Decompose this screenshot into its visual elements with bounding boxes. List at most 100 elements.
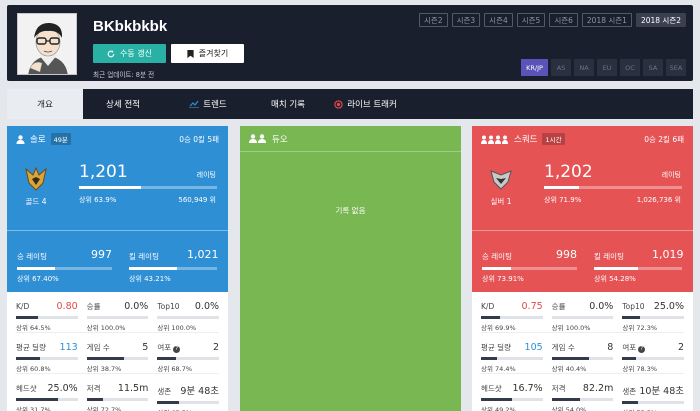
stat-label: 여포? xyxy=(622,342,646,353)
squad-stats-grid: K/D 0.75 상위 69.9% 승률 0.0% 상위 100.0% Top10 25.0%… xyxy=(472,292,693,411)
stat-cell: 여포? 2 상위 78.3% xyxy=(622,333,685,373)
duo-card: 듀오 기록 없음 xyxy=(240,126,461,411)
stat-label: 평균 딜량 xyxy=(481,342,511,353)
squad-header: 스쿼드 1시간 0승 2킬 6패 xyxy=(472,126,693,152)
stat-bar-fill xyxy=(16,316,39,319)
stat-value: 105 xyxy=(524,342,543,353)
season-tab-2[interactable]: 시즌4 xyxy=(484,13,513,27)
region-tab-na[interactable]: NA xyxy=(574,59,594,76)
stat-bar xyxy=(16,316,78,319)
tab-2[interactable]: 트렌드 xyxy=(163,89,253,119)
stat-label-text: 게임 수 xyxy=(551,343,575,352)
rating-progress-fill xyxy=(79,186,142,189)
season-tab-1[interactable]: 시즌3 xyxy=(451,13,481,27)
favorite-button[interactable]: 즐겨찾기 xyxy=(171,44,244,63)
tab-0[interactable]: 개요 xyxy=(7,89,83,119)
stats-row: 평균 딜량 113 상위 60.8% 게임 수 5 상위 38.7% 여포? 2 상위 68.7… xyxy=(16,333,220,374)
stat-label-text: 저격 xyxy=(551,384,566,393)
stat-bar xyxy=(157,316,220,319)
stat-bar xyxy=(551,398,614,401)
squad-card: 스쿼드 1시간 0승 2킬 6패 실버 1 1,202 레이팅 상위 71.9% 1,026,… xyxy=(472,126,693,411)
stat-label: 게임 수 xyxy=(552,342,575,353)
tab-label: 개요 xyxy=(37,100,53,110)
stat-bar-fill xyxy=(551,357,589,360)
win-rating-fill xyxy=(482,267,511,270)
season-tab-4[interactable]: 시즌6 xyxy=(549,13,578,27)
region-tab-oc[interactable]: OC xyxy=(620,59,640,76)
win-rating-fill xyxy=(17,267,55,270)
stat-bar xyxy=(622,316,685,319)
stats-row: K/D 0.80 상위 64.5% 승률 0.0% 상위 100.0% Top10 0.0% 상… xyxy=(16,292,220,333)
region-tab-sa[interactable]: SA xyxy=(643,59,663,76)
stat-value: 0.75 xyxy=(521,301,543,312)
rank-percent: 상위 71.9% xyxy=(544,196,582,204)
stat-cell: 승률 0.0% 상위 100.0% xyxy=(551,292,614,332)
stat-value: 8 xyxy=(607,342,614,353)
stat-bar-fill xyxy=(622,401,638,404)
favorite-label: 즐겨찾기 xyxy=(198,49,229,58)
help-icon[interactable]: ? xyxy=(638,345,646,353)
stat-cell: 헤드샷 16.7% 상위 49.2% xyxy=(481,374,543,411)
no-record-text: 기록 없음 xyxy=(335,206,366,215)
stat-label: Top10 xyxy=(157,302,179,311)
stat-value: 25.0% xyxy=(653,301,685,312)
tab-label: 트렌드 xyxy=(203,100,227,110)
win-rating-label: 승 레이팅 xyxy=(17,252,47,261)
silver-tier-icon xyxy=(490,170,512,190)
season-tab-0[interactable]: 시즌2 xyxy=(419,13,448,27)
win-rating-label: 승 레이팅 xyxy=(482,252,512,261)
region-tab-as[interactable]: AS xyxy=(551,59,571,76)
stat-cell: 승률 0.0% 상위 100.0% xyxy=(86,292,149,332)
stat-bar xyxy=(16,357,78,360)
help-icon[interactable]: ? xyxy=(173,345,181,353)
live-icon xyxy=(334,99,343,109)
stat-label-text: 평균 딜량 xyxy=(16,343,46,352)
stat-label: 여포? xyxy=(157,342,181,353)
stat-cell: 게임 수 8 상위 40.4% xyxy=(551,333,614,373)
stat-label: K/D xyxy=(481,302,494,311)
stat-label: 평균 딜량 xyxy=(16,342,46,353)
tab-4[interactable]: 라이브 트래커 xyxy=(323,89,408,119)
solo-card: 솔로 49분 0승 0킬 5패 골드 4 1,201 레이팅 상위 63.9% 560,949… xyxy=(7,126,228,411)
duo-title: 듀오 xyxy=(272,134,288,145)
stats-row: 평균 딜량 105 상위 74.4% 게임 수 8 상위 40.4% 여포? 2 상위 78.3… xyxy=(481,333,685,374)
stat-bar xyxy=(16,398,78,401)
region-tab-eu[interactable]: EU xyxy=(597,59,617,76)
player-name: BKbkbkbk xyxy=(93,18,168,35)
season-tab-6[interactable]: 2018 시즌2 xyxy=(635,13,686,27)
win-rating-percent: 상위 73.91% xyxy=(482,275,524,283)
stat-label-text: 승률 xyxy=(551,302,566,311)
stat-cell: K/D 0.75 상위 69.9% xyxy=(481,292,543,332)
tier-name: 골드 4 xyxy=(25,197,47,206)
solo-stats-grid: K/D 0.80 상위 64.5% 승률 0.0% 상위 100.0% Top10 0.0% 상… xyxy=(7,292,228,411)
stat-bar xyxy=(551,316,614,319)
stats-row: 헤드샷 25.0% 상위 31.7% 저격 11.5m 상위 72.7% 생존 9분 48초상… xyxy=(16,374,220,411)
stats-row: 헤드샷 16.7% 상위 49.2% 저격 82.2m 상위 54.0% 생존 10분 48초… xyxy=(481,374,685,411)
stat-cell: 게임 수 5 상위 38.7% xyxy=(86,333,149,373)
tab-3[interactable]: 매치 기록 xyxy=(253,89,323,119)
stat-cell: 생존 9분 48초상위 65.5% xyxy=(157,374,220,411)
stat-bar xyxy=(481,398,543,401)
season-tab-3[interactable]: 시즌5 xyxy=(516,13,546,27)
stat-cell: Top10 25.0% 상위 72.3% xyxy=(622,292,685,332)
stat-label: K/D xyxy=(16,302,29,311)
rank-percent: 상위 63.9% xyxy=(79,196,117,204)
stat-percent: 상위 100.0% xyxy=(86,324,126,332)
region-tab-sea[interactable]: SEA xyxy=(666,59,686,76)
stat-value: 0.80 xyxy=(56,301,78,312)
stat-percent: 상위 38.7% xyxy=(86,365,122,373)
solo-time-badge: 49분 xyxy=(50,133,71,145)
stat-bar-fill xyxy=(16,357,41,360)
tab-1[interactable]: 상세 전적 xyxy=(83,89,163,119)
season-tab-5[interactable]: 2018 시즌1 xyxy=(581,13,632,27)
solo-rating-section: 골드 4 1,201 레이팅 상위 63.9% 560,949 위승 레이팅 997 상위 … xyxy=(7,152,228,292)
refresh-icon xyxy=(107,49,115,57)
region-tab-kr-jp[interactable]: KR/JP xyxy=(521,59,548,76)
stat-percent: 상위 49.2% xyxy=(481,406,516,411)
rank-number: 560,949 위 xyxy=(178,196,216,204)
renew-button[interactable]: 수동 갱신 xyxy=(93,44,166,63)
squad-time-badge: 1시간 xyxy=(542,133,565,145)
stat-bar-fill xyxy=(551,398,581,401)
stat-value: 5 xyxy=(142,342,149,353)
stat-cell: Top10 0.0% 상위 100.0% xyxy=(157,292,220,332)
